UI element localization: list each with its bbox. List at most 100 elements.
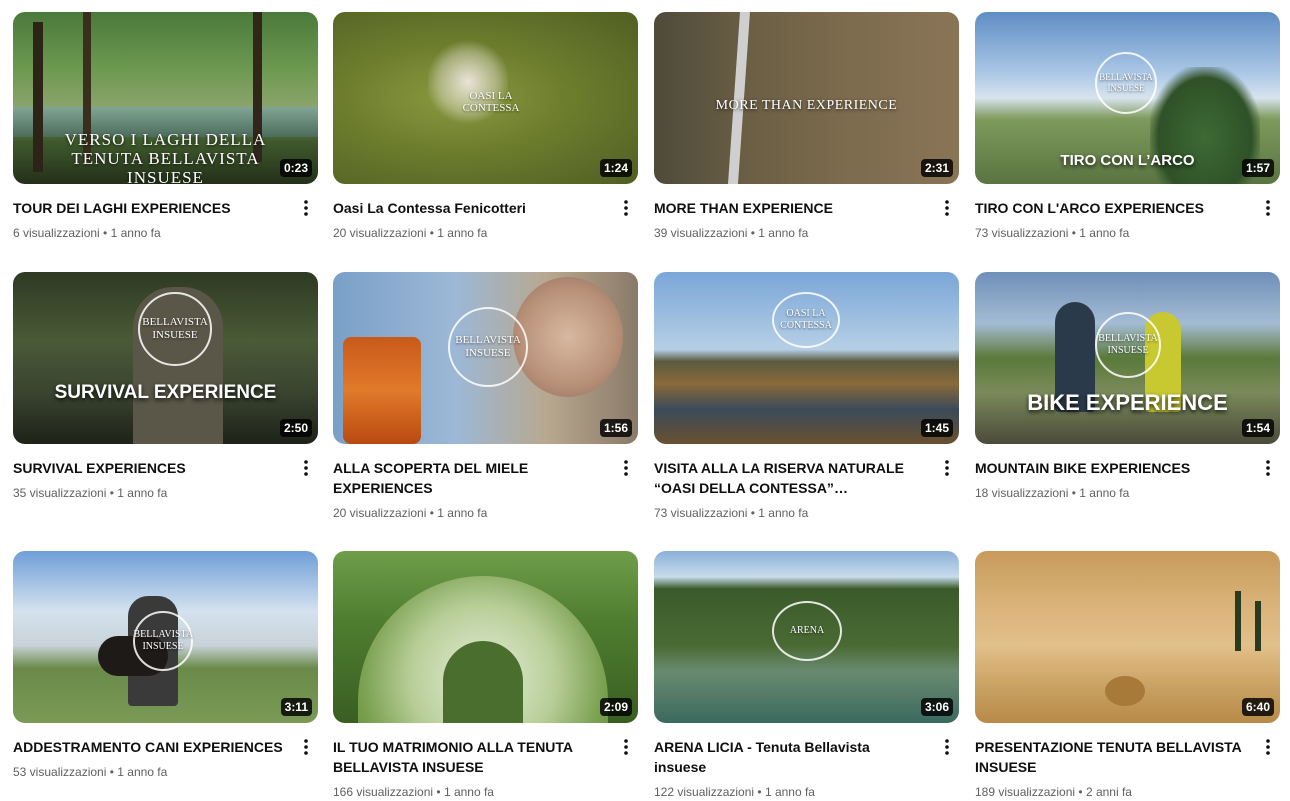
video-duration: 3:06	[920, 698, 953, 716]
video-thumbnail[interactable]: BELLAVISTA INSUESE SURVIVAL EXPERIENCE 2…	[13, 272, 318, 444]
view-count: 35 visualizzazioni	[13, 486, 107, 500]
view-count: 122 visualizzazioni	[654, 785, 755, 799]
thumbnail-overlay-text: TIRO CON L’ARCO	[1060, 152, 1195, 169]
video-thumbnail[interactable]: BELLAVISTA INSUESE 3:11	[13, 551, 318, 723]
video-duration: 2:31	[920, 159, 953, 177]
view-count: 20 visualizzazioni	[333, 226, 427, 240]
view-count: 189 visualizzazioni	[975, 785, 1076, 799]
video-card[interactable]: VERSO I LAGHI DELLA TENUTA BELLAVISTA IN…	[13, 12, 318, 242]
view-count: 39 visualizzazioni	[654, 226, 748, 240]
video-title[interactable]: SURVIVAL EXPERIENCES	[13, 458, 284, 478]
upload-age: 2 anni fa	[1085, 785, 1132, 799]
channel-logo: BELLAVISTA INSUESE	[1095, 312, 1161, 378]
video-thumbnail[interactable]: 2:09	[333, 551, 638, 723]
video-duration: 1:56	[599, 419, 632, 437]
video-title[interactable]: ARENA LICIA - Tenuta Bellavista insuese	[654, 737, 925, 777]
video-duration: 1:24	[599, 159, 632, 177]
more-vert-icon[interactable]	[935, 456, 959, 480]
video-duration: 0:23	[279, 159, 312, 177]
video-title[interactable]: MOUNTAIN BIKE EXPERIENCES	[975, 458, 1246, 478]
video-card[interactable]: BELLAVISTA INSUESE TIRO CON L’ARCO 1:57 …	[975, 12, 1280, 242]
video-duration: 1:54	[1241, 419, 1274, 437]
view-count: 73 visualizzazioni	[975, 226, 1069, 240]
video-thumbnail[interactable]: MORE THAN EXPERIENCE 2:31	[654, 12, 959, 184]
video-metadata: 189 visualizzazioni • 2 anni fa	[975, 785, 1132, 799]
video-metadata: 18 visualizzazioni • 1 anno fa	[975, 486, 1130, 500]
video-card[interactable]: 6:40 PRESENTAZIONE TENUTA BELLAVISTA INS…	[975, 551, 1280, 801]
video-card[interactable]: 2:09 IL TUO MATRIMONIO ALLA TENUTA BELLA…	[333, 551, 638, 801]
channel-logo: BELLAVISTA INSUESE	[133, 611, 193, 671]
upload-age: 1 anno fa	[758, 226, 809, 240]
view-count: 73 visualizzazioni	[654, 506, 748, 520]
video-metadata: 20 visualizzazioni • 1 anno fa	[333, 506, 488, 520]
upload-age: 1 anno fa	[117, 765, 168, 779]
upload-age: 1 anno fa	[1079, 226, 1130, 240]
video-card[interactable]: BELLAVISTA INSUESE BIKE EXPERIENCE 1:54 …	[975, 272, 1280, 502]
video-metadata: 73 visualizzazioni • 1 anno fa	[654, 506, 809, 520]
upload-age: 1 anno fa	[117, 486, 168, 500]
more-vert-icon[interactable]	[935, 735, 959, 759]
view-count: 20 visualizzazioni	[333, 506, 427, 520]
video-title[interactable]: TIRO CON L'ARCO EXPERIENCES	[975, 198, 1246, 218]
video-card[interactable]: OASI LA CONTESSA 1:45 VISITA ALLA LA RIS…	[654, 272, 959, 522]
video-thumbnail[interactable]: OASI LA CONTESSA 1:24	[333, 12, 638, 184]
more-vert-icon[interactable]	[935, 196, 959, 220]
video-metadata: 166 visualizzazioni • 1 anno fa	[333, 785, 494, 799]
thumbnail-overlay-text: SURVIVAL EXPERIENCE	[54, 382, 277, 403]
video-card[interactable]: ARENA 3:06 ARENA LICIA - Tenuta Bellavis…	[654, 551, 959, 801]
channel-logo: BELLAVISTA INSUESE	[448, 307, 528, 387]
view-count: 6 visualizzazioni	[13, 226, 100, 240]
more-vert-icon[interactable]	[614, 196, 638, 220]
thumbnail-overlay-text: MORE THAN EXPERIENCE	[715, 98, 898, 113]
video-thumbnail[interactable]: VERSO I LAGHI DELLA TENUTA BELLAVISTA IN…	[13, 12, 318, 184]
video-thumbnail[interactable]: BELLAVISTA INSUESE BIKE EXPERIENCE 1:54	[975, 272, 1280, 444]
video-title[interactable]: IL TUO MATRIMONIO ALLA TENUTA BELLAVISTA…	[333, 737, 604, 777]
upload-age: 1 anno fa	[110, 226, 161, 240]
video-duration: 6:40	[1241, 698, 1274, 716]
channel-logo: OASI LA CONTESSA	[462, 90, 520, 114]
video-metadata: 122 visualizzazioni • 1 anno fa	[654, 785, 815, 799]
video-title[interactable]: PRESENTAZIONE TENUTA BELLAVISTA INSUESE	[975, 737, 1246, 777]
video-card[interactable]: BELLAVISTA INSUESE 1:56 ALLA SCOPERTA DE…	[333, 272, 638, 522]
more-vert-icon[interactable]	[1256, 735, 1280, 759]
more-vert-icon[interactable]	[614, 456, 638, 480]
upload-age: 1 anno fa	[1079, 486, 1130, 500]
upload-age: 1 anno fa	[443, 785, 494, 799]
video-title[interactable]: ALLA SCOPERTA DEL MIELE EXPERIENCES	[333, 458, 604, 498]
video-title[interactable]: VISITA ALLA LA RISERVA NATURALE “OASI DE…	[654, 458, 925, 498]
video-thumbnail[interactable]: BELLAVISTA INSUESE TIRO CON L’ARCO 1:57	[975, 12, 1280, 184]
video-metadata: 39 visualizzazioni • 1 anno fa	[654, 226, 809, 240]
more-vert-icon[interactable]	[294, 456, 318, 480]
more-vert-icon[interactable]	[1256, 456, 1280, 480]
channel-logo: BELLAVISTA INSUESE	[138, 292, 212, 366]
view-count: 166 visualizzazioni	[333, 785, 434, 799]
more-vert-icon[interactable]	[614, 735, 638, 759]
channel-logo: BELLAVISTA INSUESE	[1095, 52, 1157, 114]
upload-age: 1 anno fa	[758, 506, 809, 520]
thumbnail-overlay-text: BIKE EXPERIENCE	[1027, 390, 1228, 415]
video-metadata: 73 visualizzazioni • 1 anno fa	[975, 226, 1130, 240]
video-card[interactable]: MORE THAN EXPERIENCE 2:31 MORE THAN EXPE…	[654, 12, 959, 242]
video-thumbnail[interactable]: OASI LA CONTESSA 1:45	[654, 272, 959, 444]
video-card[interactable]: BELLAVISTA INSUESE SURVIVAL EXPERIENCE 2…	[13, 272, 318, 502]
more-vert-icon[interactable]	[294, 735, 318, 759]
video-title[interactable]: Oasi La Contessa Fenicotteri	[333, 198, 604, 218]
video-thumbnail[interactable]: ARENA 3:06	[654, 551, 959, 723]
video-duration: 2:50	[279, 419, 312, 437]
view-count: 53 visualizzazioni	[13, 765, 107, 779]
thumbnail-overlay-text: VERSO I LAGHI DELLA TENUTA BELLAVISTA IN…	[64, 130, 267, 184]
video-title[interactable]: TOUR DEI LAGHI EXPERIENCES	[13, 198, 284, 218]
more-vert-icon[interactable]	[1256, 196, 1280, 220]
video-thumbnail[interactable]: BELLAVISTA INSUESE 1:56	[333, 272, 638, 444]
video-metadata: 6 visualizzazioni • 1 anno fa	[13, 226, 161, 240]
video-card[interactable]: BELLAVISTA INSUESE 3:11 ADDESTRAMENTO CA…	[13, 551, 318, 781]
video-thumbnail[interactable]: 6:40	[975, 551, 1280, 723]
video-card[interactable]: OASI LA CONTESSA 1:24 Oasi La Contessa F…	[333, 12, 638, 242]
upload-age: 1 anno fa	[764, 785, 815, 799]
video-title[interactable]: ADDESTRAMENTO CANI EXPERIENCES	[13, 737, 284, 757]
video-metadata: 20 visualizzazioni • 1 anno fa	[333, 226, 488, 240]
channel-logo: ARENA	[772, 601, 842, 661]
more-vert-icon[interactable]	[294, 196, 318, 220]
video-metadata: 35 visualizzazioni • 1 anno fa	[13, 486, 168, 500]
video-title[interactable]: MORE THAN EXPERIENCE	[654, 198, 925, 218]
